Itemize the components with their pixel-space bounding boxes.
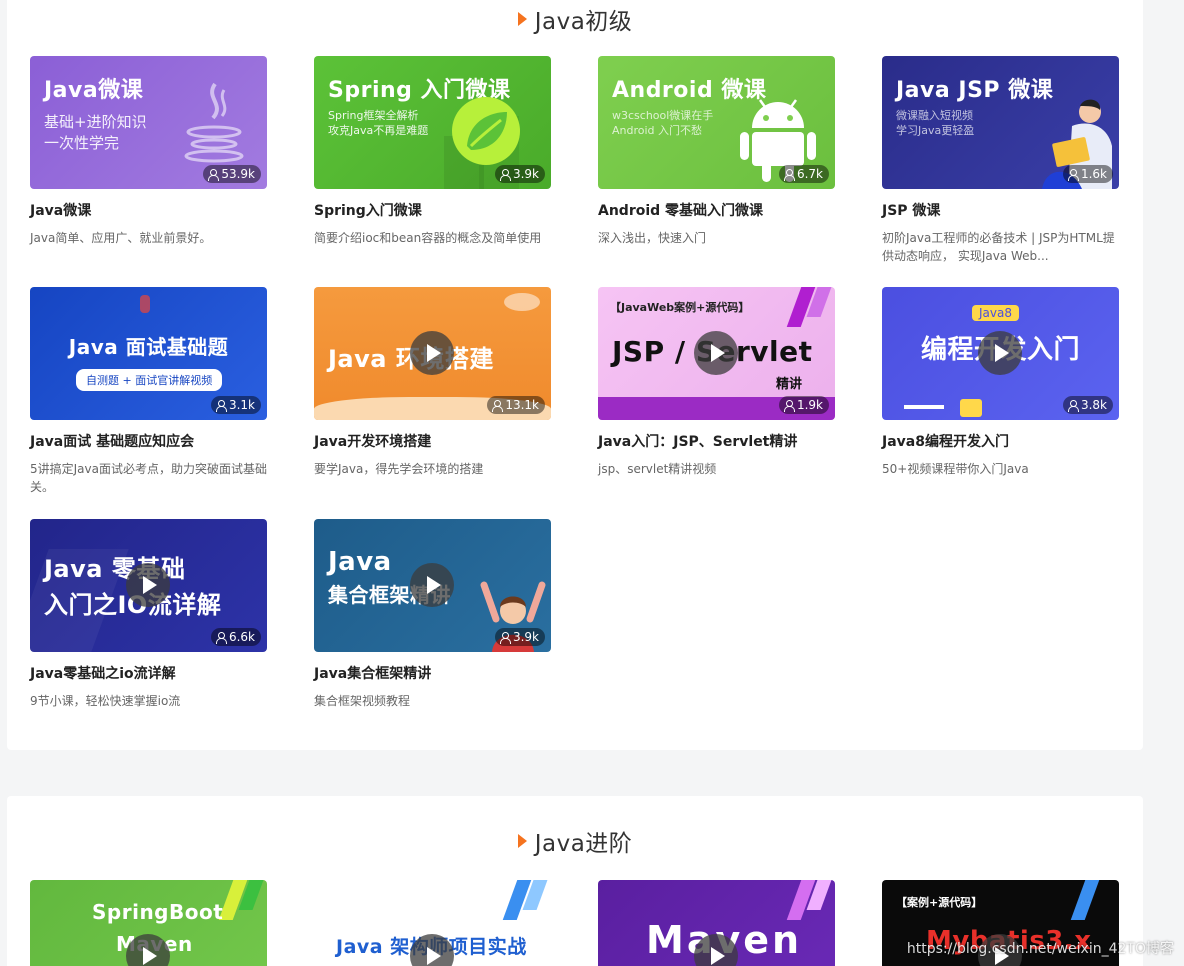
course-thumbnail[interactable]: Java 环境搭建 13.1k (314, 287, 551, 420)
user-icon (492, 399, 504, 412)
view-count-badge: 13.1k (487, 396, 545, 414)
view-count-badge: 6.6k (210, 628, 261, 646)
course-thumbnail[interactable]: Spring 入门微课 Spring框架全解析 攻克Java不再是难题 3.9k (314, 56, 551, 189)
view-count-badge: 3.8k (1062, 396, 1113, 414)
course-card[interactable]: Java微课 基础+进阶知识 一次性学完 53.9k Java微课 Java简单… (30, 56, 267, 247)
course-thumbnail[interactable]: Maven (598, 880, 835, 966)
course-title[interactable]: Java8编程开发入门 (882, 431, 1119, 451)
course-title[interactable]: JSP 微课 (882, 200, 1119, 220)
user-icon (783, 168, 795, 181)
course-card[interactable]: Java 面试基础题 自测题 + 面试官讲解视频 3.1k Java面试 基础题… (30, 287, 267, 496)
view-count-badge: 6.7k (778, 165, 829, 183)
user-icon (1067, 399, 1079, 412)
java-logo-icon (140, 295, 150, 313)
spring-leaf-icon (452, 97, 520, 165)
course-thumbnail[interactable]: SpringBoot Maven (30, 880, 267, 966)
play-button[interactable] (694, 331, 738, 375)
user-icon (215, 399, 227, 412)
course-title[interactable]: Android 零基础入门微课 (598, 200, 835, 220)
play-button[interactable] (126, 563, 170, 607)
course-thumbnail[interactable]: Java 架构师项目实战 (314, 880, 551, 966)
course-desc: Java简单、应用广、就业前景好。 (30, 231, 212, 245)
course-desc: 9节小课，轻松快速掌握io流 (30, 694, 181, 708)
view-count-badge: 1.6k (1062, 165, 1113, 183)
course-card[interactable]: 【JavaWeb案例+源代码】 JSP / Servlet 精讲 1.9k Ja… (598, 287, 835, 478)
user-icon (215, 631, 227, 644)
course-thumbnail[interactable]: Java 集合框架精讲 3.9k (314, 519, 551, 652)
course-card[interactable]: Java JSP 微课 微课融入短视频 学习Java更轻盈 1.6k JSP 微… (882, 56, 1119, 265)
java-cup-icon (184, 82, 244, 163)
play-button[interactable] (978, 331, 1022, 375)
view-count-badge: 53.9k (203, 165, 261, 183)
course-title[interactable]: Java集合框架精讲 (314, 663, 551, 683)
course-title[interactable]: Java入门：JSP、Servlet精讲 (598, 431, 835, 451)
user-icon (499, 631, 511, 644)
course-desc: 50+视频课程带你入门Java (882, 462, 1029, 476)
course-thumbnail[interactable]: Java JSP 微课 微课融入短视频 学习Java更轻盈 1.6k (882, 56, 1119, 189)
course-card[interactable]: Maven (598, 880, 835, 966)
course-desc: 要学Java，得先学会环境的搭建 (314, 462, 484, 476)
course-thumbnail[interactable]: Java 面试基础题 自测题 + 面试官讲解视频 3.1k (30, 287, 267, 420)
course-title[interactable]: Java零基础之io流详解 (30, 663, 267, 683)
course-desc: jsp、servlet精讲视频 (598, 462, 717, 476)
view-count-badge: 3.9k (494, 628, 545, 646)
course-title[interactable]: Java开发环境搭建 (314, 431, 551, 451)
coffee-cup-icon (960, 399, 982, 417)
course-thumbnail[interactable]: Java微课 基础+进阶知识 一次性学完 53.9k (30, 56, 267, 189)
course-card[interactable]: Java 集合框架精讲 3.9k Java集合框架精讲 集合框架视频教程 (314, 519, 551, 710)
course-desc: 集合框架视频教程 (314, 694, 411, 708)
course-thumbnail[interactable]: Android 微课 w3cschool微课在手 Android 入门不愁 6.… (598, 56, 835, 189)
course-thumbnail[interactable]: 【JavaWeb案例+源代码】 JSP / Servlet 精讲 1.9k (598, 287, 835, 420)
watermark: https://blog.csdn.net/weixin_42TO博客 (906, 941, 1174, 957)
triangle-icon (517, 12, 527, 26)
user-icon (208, 168, 220, 181)
view-count-badge: 1.9k (778, 396, 829, 414)
course-card[interactable]: Android 微课 w3cschool微课在手 Android 入门不愁 6.… (598, 56, 835, 247)
course-card[interactable]: Java 环境搭建 13.1k Java开发环境搭建 要学Java，得先学会环境… (314, 287, 551, 478)
section-title: Java进阶 (7, 824, 1143, 858)
course-desc: 深入浅出，快速入门 (598, 231, 707, 245)
user-icon (783, 399, 795, 412)
course-card[interactable]: Java8 编程开发入门 3.8k Java8编程开发入门 50+视频课程带你入… (882, 287, 1119, 478)
triangle-icon (517, 834, 527, 848)
course-thumbnail[interactable]: Java 零基础 入门之IO流详解 6.6k (30, 519, 267, 652)
user-icon (1067, 168, 1079, 181)
course-thumbnail[interactable]: Java8 编程开发入门 3.8k (882, 287, 1119, 420)
play-button[interactable] (410, 331, 454, 375)
course-title[interactable]: Java微课 (30, 200, 267, 220)
course-card[interactable]: Java 架构师项目实战 (314, 880, 551, 966)
course-desc: 简要介绍ioc和bean容器的概念及简单使用 (314, 231, 542, 245)
course-title[interactable]: Java面试 基础题应知应会 (30, 431, 267, 451)
view-count-badge: 3.1k (210, 396, 261, 414)
section-java-beginner: Java初级 Java微课 基础+进阶知识 一次性学完 53.9k Java微课… (7, 0, 1143, 750)
section-title: Java初级 (7, 2, 1143, 36)
course-card[interactable]: Java 零基础 入门之IO流详解 6.6k Java零基础之io流详解 9节小… (30, 519, 267, 710)
course-desc: 初阶Java工程师的必备技术 | JSP为HTML提供动态响应， 实现Java … (882, 231, 1115, 263)
course-desc: 5讲搞定Java面试必考点，助力突破面试基础关。 (30, 462, 267, 494)
play-button[interactable] (410, 563, 454, 607)
course-card[interactable]: SpringBoot Maven (30, 880, 267, 966)
user-icon (499, 168, 511, 181)
course-title[interactable]: Spring入门微课 (314, 200, 551, 220)
view-count-badge: 3.9k (494, 165, 545, 183)
course-card[interactable]: Spring 入门微课 Spring框架全解析 攻克Java不再是难题 3.9k… (314, 56, 551, 247)
